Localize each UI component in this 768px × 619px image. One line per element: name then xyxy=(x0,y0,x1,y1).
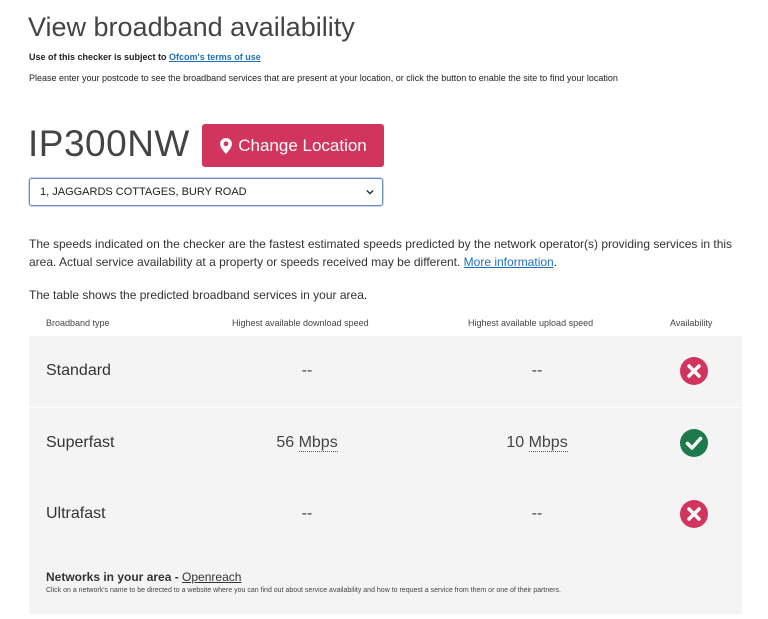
download-value: -- xyxy=(301,505,313,522)
download-value: 56 xyxy=(276,434,295,451)
header-availability: Availability xyxy=(670,318,713,328)
networks-panel: Networks in your area - Openreach Click … xyxy=(29,550,742,614)
disclaimer-text: The speeds indicated on the checker are … xyxy=(29,237,733,269)
unavailable-icon xyxy=(680,500,708,528)
row-type: Superfast xyxy=(46,434,115,451)
terms-prefix: Use of this checker is subject to xyxy=(29,52,170,62)
chevron-down-icon xyxy=(366,189,374,195)
download-unit: Mbps xyxy=(298,434,338,452)
address-select[interactable]: 1, JAGGARDS COTTAGES, BURY ROAD xyxy=(29,178,383,206)
upload-unit: Mbps xyxy=(528,434,568,452)
row-type: Ultrafast xyxy=(46,505,106,522)
download-value: -- xyxy=(301,362,313,379)
terms-link[interactable]: Ofcom's terms of use xyxy=(169,52,261,62)
row-upload: -- xyxy=(459,362,615,380)
header-broadband-type: Broadband type xyxy=(46,318,110,328)
map-pin-icon xyxy=(220,137,233,154)
network-link-openreach[interactable]: Openreach xyxy=(182,570,241,584)
table-row: Ultrafast -- -- xyxy=(29,479,742,550)
disclaimer-body: The speeds indicated on the checker are … xyxy=(29,237,733,269)
upload-value: -- xyxy=(531,505,543,522)
row-upload: 10 Mbps xyxy=(459,434,615,452)
table-intro: The table shows the predicted broadband … xyxy=(29,288,368,302)
row-download: -- xyxy=(229,362,385,380)
page-title: View broadband availability xyxy=(28,12,355,42)
instructions-text: Please enter your postcode to see the br… xyxy=(29,73,618,83)
postcode-display: IP300NW xyxy=(28,123,190,164)
upload-value: -- xyxy=(531,362,543,379)
networks-heading: Networks in your area - Openreach xyxy=(46,570,241,584)
address-select-value: 1, JAGGARDS COTTAGES, BURY ROAD xyxy=(40,186,247,198)
networks-label: Networks in your area - xyxy=(46,570,183,584)
header-download-speed: Highest available download speed xyxy=(232,318,369,328)
terms-line: Use of this checker is subject to Ofcom'… xyxy=(29,52,261,62)
change-location-button[interactable]: Change Location xyxy=(202,124,384,167)
row-download: -- xyxy=(229,505,385,523)
networks-note: Click on a network's name to be directed… xyxy=(46,587,561,594)
available-check-icon xyxy=(680,429,708,457)
more-information-link[interactable]: More information xyxy=(464,255,554,269)
upload-value: 10 xyxy=(506,434,525,451)
header-upload-speed: Highest available upload speed xyxy=(468,318,594,328)
table-row: Superfast 56 Mbps 10 Mbps xyxy=(29,408,742,479)
change-location-label: Change Location xyxy=(238,135,367,155)
row-upload: -- xyxy=(459,505,615,523)
row-type: Standard xyxy=(46,362,111,379)
unavailable-icon xyxy=(680,357,708,385)
row-download: 56 Mbps xyxy=(229,434,385,452)
table-row: Standard -- -- xyxy=(29,336,742,407)
